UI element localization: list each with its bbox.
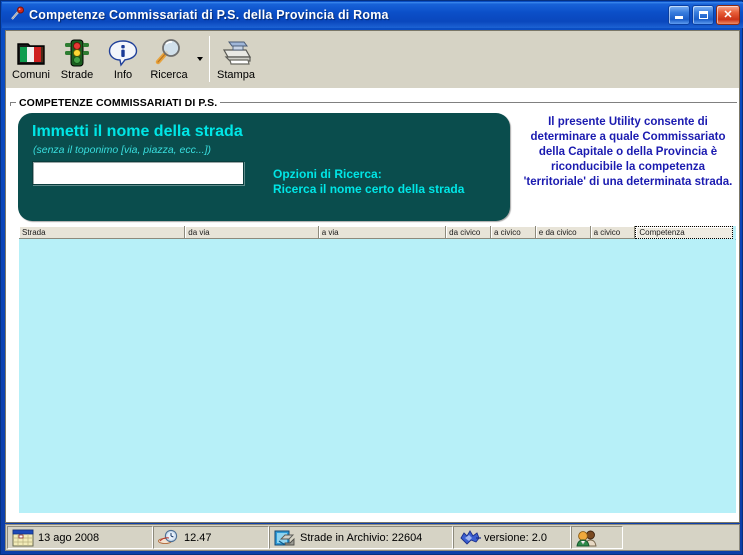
printer-icon bbox=[220, 38, 252, 68]
application-window: Competenze Commissariati di P.S. della P… bbox=[0, 0, 743, 555]
status-cell: 13 ago 2008 bbox=[7, 526, 153, 549]
toolbar-button-strade[interactable]: Strade bbox=[55, 34, 99, 84]
client-area: Comuni Strade Info Ricerca Stampa COMPET… bbox=[5, 30, 740, 523]
grid-header-filler bbox=[732, 226, 736, 239]
search-panel: Immetti il nome della strada (senza il t… bbox=[18, 113, 510, 221]
clock-icon bbox=[158, 529, 180, 547]
window-controls: ✕ bbox=[668, 5, 740, 25]
minimize-button[interactable] bbox=[668, 5, 690, 25]
status-cell: Strade in Archivio: 22604 bbox=[269, 526, 453, 549]
traffic-light-icon bbox=[61, 38, 93, 68]
toolbar-separator bbox=[209, 36, 210, 82]
toolbar-button-ricerca[interactable]: Ricerca bbox=[147, 34, 191, 84]
grid-column-header[interactable]: Competenza bbox=[635, 226, 733, 239]
search-options-label: Opzioni di Ricerca: bbox=[273, 167, 382, 181]
grid-column-header[interactable]: da via bbox=[185, 226, 319, 239]
minimize-icon bbox=[675, 16, 683, 19]
grid-column-header[interactable]: e da civico bbox=[535, 226, 591, 239]
grid-body[interactable] bbox=[19, 240, 736, 513]
window-frame: Competenze Commissariati di P.S. della P… bbox=[0, 0, 743, 555]
database-icon bbox=[274, 529, 296, 547]
window-title: Competenze Commissariati di P.S. della P… bbox=[29, 8, 389, 22]
search-options-value[interactable]: Ricerca il nome certo della strada bbox=[273, 182, 464, 196]
maximize-icon bbox=[698, 11, 708, 19]
toolbar-label-comuni: Comuni bbox=[12, 69, 50, 81]
status-text: Strade in Archivio: 22604 bbox=[300, 531, 423, 544]
status-text: 13 ago 2008 bbox=[38, 531, 100, 544]
toolbar-button-stampa[interactable]: Stampa bbox=[214, 34, 258, 84]
results-grid[interactable]: Strada da via a via da civico a civico e da c… bbox=[18, 225, 737, 514]
ricerca-dropdown-button[interactable] bbox=[193, 34, 206, 84]
magnifier-pin-icon bbox=[6, 5, 26, 25]
calendar-icon bbox=[12, 529, 34, 547]
info-balloon-icon bbox=[107, 38, 139, 68]
status-text: versione: 2.0 bbox=[484, 531, 547, 544]
status-bar-filler bbox=[623, 526, 738, 549]
blue-burst-icon bbox=[458, 529, 481, 547]
toolbar-button-info[interactable]: Info bbox=[101, 34, 145, 84]
users-icon bbox=[576, 529, 598, 547]
grid-header-row: Strada da via a via da civico a civico e da c… bbox=[19, 226, 736, 239]
groupbox-title: COMPETENZE COMMISSARIATI DI P.S. bbox=[16, 97, 221, 109]
status-cell: versione: 2.0 bbox=[453, 526, 571, 549]
status-cell bbox=[571, 526, 623, 549]
grid-column-header[interactable]: a via bbox=[318, 226, 447, 239]
title-bar[interactable]: Competenze Commissariati di P.S. della P… bbox=[2, 2, 743, 28]
toolbar-label-stampa: Stampa bbox=[217, 69, 255, 81]
toolbar-label-info: Info bbox=[113, 69, 133, 81]
info-description: Il presente Utility consente di determin… bbox=[523, 116, 733, 188]
grid-column-header[interactable]: a civico bbox=[490, 226, 536, 239]
chevron-down-icon bbox=[196, 57, 203, 61]
status-cell: 12.47 bbox=[153, 526, 269, 549]
search-subheading: (senza il toponimo [via, piazza, ecc...]… bbox=[33, 144, 211, 156]
toolbar-button-comuni[interactable]: Comuni bbox=[9, 34, 53, 84]
close-icon: ✕ bbox=[723, 8, 733, 21]
italian-flag-folder-icon bbox=[15, 38, 47, 68]
toolbar-label-strade: Strade bbox=[60, 69, 94, 81]
grid-column-header[interactable]: da civico bbox=[446, 226, 491, 239]
maximize-button[interactable] bbox=[692, 5, 714, 25]
groupbox-competenze: COMPETENZE COMMISSARIATI DI P.S. Immetti… bbox=[10, 97, 737, 517]
search-heading: Immetti il nome della strada bbox=[32, 123, 243, 140]
magnifier-icon bbox=[153, 38, 185, 68]
grid-column-header[interactable]: Strada bbox=[19, 226, 186, 239]
groupbox-border-left bbox=[10, 102, 11, 106]
toolbar-label-ricerca: Ricerca bbox=[150, 69, 188, 81]
grid-column-header[interactable]: a civico bbox=[590, 226, 636, 239]
toolbar: Comuni Strade Info Ricerca Stampa bbox=[6, 31, 739, 89]
status-text: 12.47 bbox=[184, 531, 212, 544]
street-name-input[interactable] bbox=[32, 161, 244, 185]
close-button[interactable]: ✕ bbox=[716, 5, 740, 25]
status-bar: 13 ago 2008 12.47 Strade in Archivio: 22… bbox=[5, 524, 740, 551]
main-panel: COMPETENZE COMMISSARIATI DI P.S. Immetti… bbox=[6, 89, 739, 522]
